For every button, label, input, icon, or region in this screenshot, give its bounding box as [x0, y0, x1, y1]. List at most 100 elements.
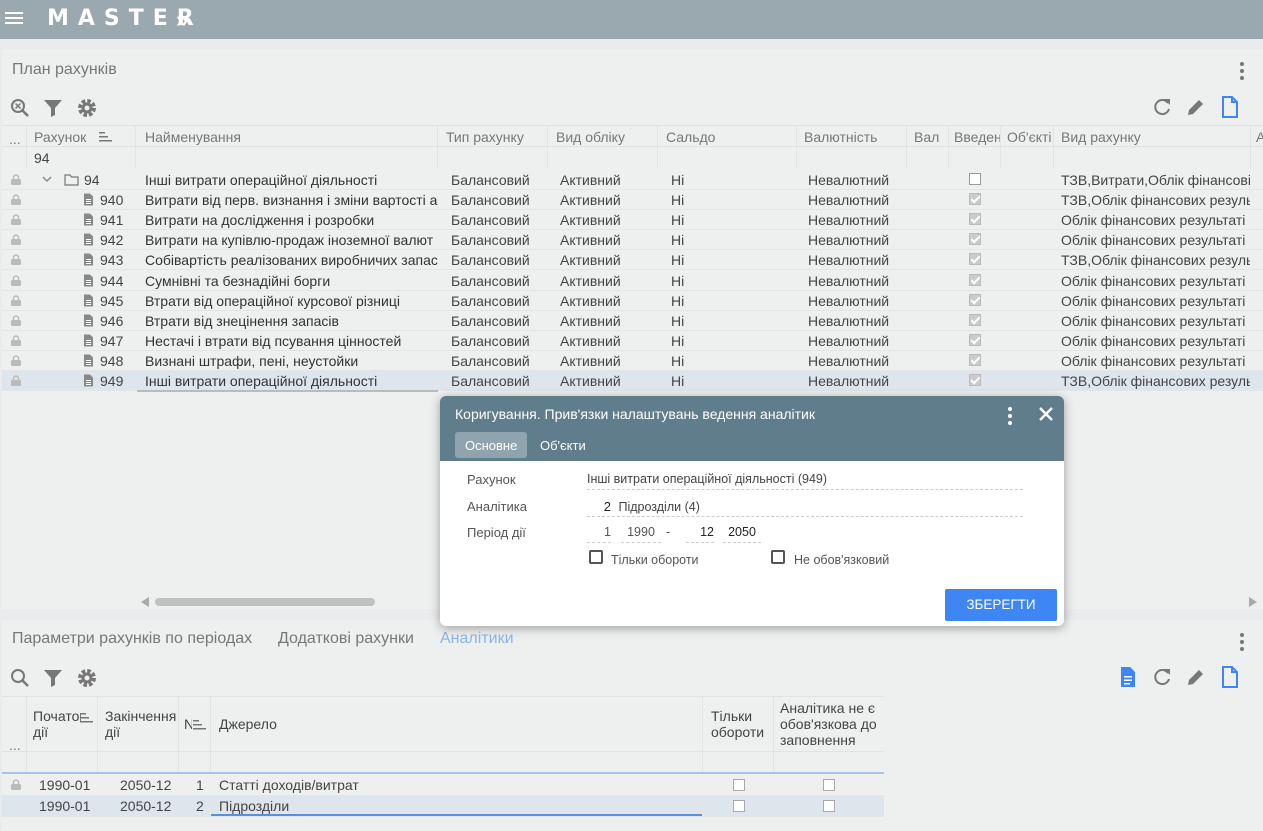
search-icon[interactable] — [10, 668, 30, 688]
table-row[interactable]: 947 Нестачі і втрати від псування цінност… — [2, 331, 1263, 351]
account-type: Балансовий — [451, 172, 530, 188]
col-kind[interactable]: Вид обліку — [556, 129, 656, 145]
col-account-type[interactable]: Вид рахунку — [1061, 129, 1251, 145]
gear-icon[interactable] — [76, 667, 98, 689]
col-more[interactable]: ... — [9, 131, 27, 147]
menu-icon[interactable] — [5, 10, 23, 26]
account-saldo: Ні — [671, 192, 685, 209]
save-button[interactable]: ЗБЕРЕГТИ — [945, 589, 1057, 621]
more-vert-icon[interactable] — [1240, 62, 1244, 80]
account-code: 943 — [100, 252, 124, 269]
table-row[interactable]: 1990-01 2050-12 1 Статті доходів/витрат — [2, 775, 884, 796]
lock-icon — [11, 194, 21, 206]
table-row[interactable]: 946 Втрати від знецінення запасів Балансов… — [2, 311, 1263, 331]
col-entered[interactable]: Введен — [954, 129, 1002, 145]
scroll-right-icon[interactable] — [1249, 597, 1257, 607]
table-row[interactable]: 944 Сумнівні та безнадійні борги Балансови… — [2, 271, 1263, 291]
account-kind: Активний — [560, 292, 621, 309]
col-name[interactable]: Найменування — [145, 129, 435, 145]
account-name: Втрати від операційної курсової різниці — [145, 292, 400, 309]
more-vert-icon[interactable] — [1008, 407, 1012, 425]
account-code: 940 — [100, 192, 124, 209]
not-required-label[interactable]: Не обов'язковий — [794, 553, 889, 567]
gear-icon[interactable] — [76, 97, 98, 119]
table-row[interactable]: 945 Втрати від операційної курсової різни… — [2, 291, 1263, 311]
col-only-turnover[interactable]: Тільки обороти — [711, 708, 773, 740]
col-account[interactable]: Рахунок — [34, 129, 92, 145]
filter-icon[interactable] — [43, 98, 63, 118]
account-field[interactable]: Інші витрати операційної діяльності (949… — [587, 468, 1023, 490]
document-icon[interactable] — [1119, 666, 1137, 688]
edit-icon[interactable] — [1186, 97, 1206, 117]
new-document-icon[interactable] — [1221, 666, 1239, 688]
table-row[interactable]: 948 Визнані штрафи, пені, неустойки Баланс… — [2, 351, 1263, 371]
zoom-reset-icon[interactable] — [10, 98, 30, 118]
logo-arrow-icon[interactable]: » — [176, 7, 188, 33]
period-start-year[interactable]: 1990 — [621, 521, 661, 543]
col-start[interactable]: Початок дії — [33, 708, 81, 740]
horizontal-scrollbar[interactable] — [155, 598, 375, 606]
period-start-month[interactable]: 1 — [587, 521, 611, 543]
not-required-checkbox[interactable] — [771, 550, 785, 564]
col-saldo[interactable]: Сальдо — [666, 129, 796, 145]
col-extra[interactable]: А — [1256, 129, 1263, 145]
account-filter-input[interactable]: 94 — [34, 150, 50, 166]
table-row[interactable]: 942 Витрати на купівлю-продаж іноземної в… — [2, 230, 1263, 251]
chevron-down-icon[interactable] — [42, 176, 52, 183]
period-end: 2050-12 — [120, 798, 172, 814]
row-number: 2 — [196, 798, 204, 814]
account-name: Інші витрати операційної діяльності — [145, 172, 378, 188]
account-category: ТЗВ,Витрати,Облік фінансові — [1061, 172, 1250, 188]
lock-icon — [11, 294, 21, 306]
account-category: Облік фінансових результаті — [1061, 212, 1246, 229]
close-icon[interactable] — [1038, 406, 1054, 422]
filter-icon[interactable] — [43, 668, 63, 688]
table-row[interactable]: 1990-01 2050-12 2 Підрозділи — [2, 796, 884, 817]
table-row[interactable]: 940 Витрати від перв. визнання і зміни ва… — [2, 190, 1263, 211]
period-end-month[interactable]: 12 — [686, 521, 714, 543]
edit-icon[interactable] — [1186, 667, 1206, 687]
sort-icon[interactable] — [80, 713, 94, 723]
account-code: 947 — [100, 332, 124, 349]
document-icon — [84, 193, 93, 206]
account-name: Витрати на дослідження і розробки — [145, 212, 375, 229]
tab-period-params[interactable]: Параметри рахунків по періодах — [12, 630, 252, 648]
col-more[interactable]: ... — [9, 737, 21, 753]
table-row[interactable]: 949 Інші витрати операційної діяльності Ба… — [2, 371, 1263, 392]
only-turnover-checkbox — [733, 800, 745, 812]
tab-objects[interactable]: Об'єкти — [530, 432, 596, 458]
col-end[interactable]: Закінчення дії — [105, 708, 179, 740]
col-type[interactable]: Тип рахунку — [446, 129, 546, 145]
tab-analytics[interactable]: Аналітики — [440, 630, 514, 648]
col-num[interactable]: N — [184, 716, 192, 732]
analytics-field[interactable]: 2 Підрозділи (4) — [587, 495, 1023, 517]
col-not-required[interactable]: Аналітика не є обов'язкова до заповнення — [780, 700, 884, 748]
tab-main[interactable]: Основне — [455, 432, 528, 458]
table-row[interactable]: 941 Витрати на дослідження і розробки Бала… — [2, 210, 1263, 231]
col-val[interactable]: Вал — [914, 129, 948, 145]
account-code: 941 — [100, 212, 124, 229]
refresh-icon[interactable] — [1152, 667, 1172, 687]
col-source[interactable]: Джерело — [219, 716, 277, 732]
new-document-icon[interactable] — [1221, 96, 1239, 118]
account-name: Визнані штрафи, пені, неустойки — [145, 352, 359, 369]
table-row[interactable]: 94 Інші витрати операційної діяльності Бал… — [2, 170, 1263, 190]
analytics-number[interactable]: 2 — [587, 499, 611, 514]
period-end-year[interactable]: 2050 — [723, 521, 761, 543]
refresh-icon[interactable] — [1152, 97, 1172, 117]
more-vert-icon[interactable] — [1240, 633, 1244, 651]
only-turnover-label[interactable]: Тільки обороти — [611, 553, 699, 567]
only-turnover-checkbox[interactable] — [589, 550, 603, 564]
account-kind: Активний — [560, 373, 621, 389]
sort-icon[interactable] — [193, 720, 207, 730]
col-objects[interactable]: Об'єкті — [1007, 129, 1053, 145]
account-code: 949 — [100, 373, 124, 389]
entered-checkbox — [969, 273, 981, 286]
not-required-checkbox — [823, 800, 835, 812]
sort-icon[interactable] — [99, 132, 113, 142]
col-currency[interactable]: Валютність — [804, 129, 904, 145]
account-code: 942 — [100, 232, 124, 249]
scroll-left-icon[interactable] — [141, 597, 149, 607]
table-row[interactable]: 943 Собівартість реалізованих виробничих … — [2, 250, 1263, 271]
tab-additional-accounts[interactable]: Додаткові рахунки — [278, 630, 414, 648]
